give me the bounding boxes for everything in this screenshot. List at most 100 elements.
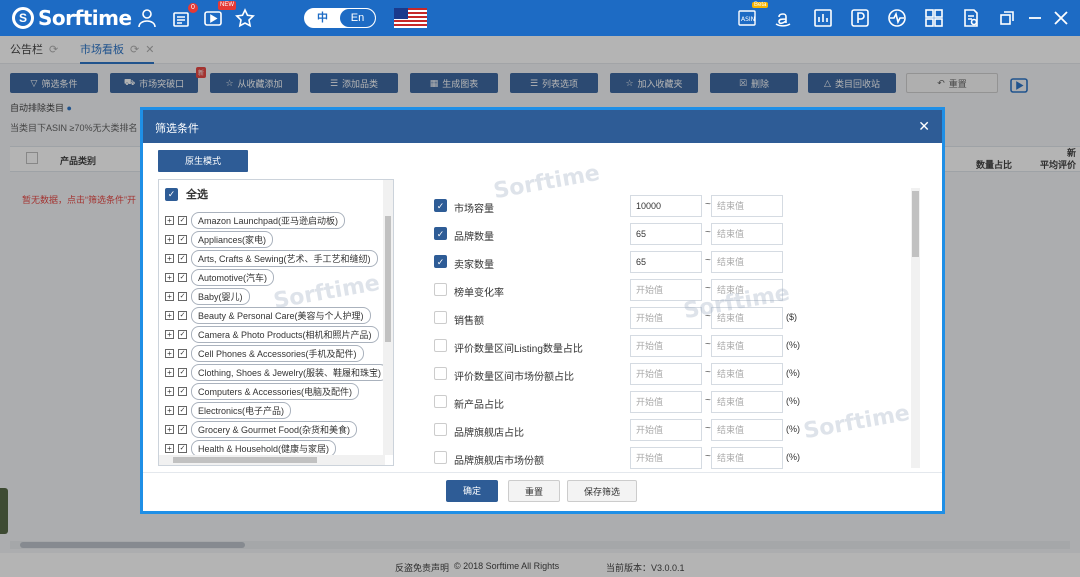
filter-checkbox[interactable]: ✓: [434, 255, 447, 268]
expand-icon[interactable]: +: [165, 310, 174, 320]
end-value-input[interactable]: 结束值: [711, 195, 783, 217]
expand-icon[interactable]: +: [165, 424, 174, 434]
category-item[interactable]: + ✓ Electronics(电子产品): [165, 401, 292, 419]
filter-checkbox[interactable]: ✓: [434, 227, 447, 240]
minimize-icon[interactable]: [1024, 7, 1046, 29]
user-icon[interactable]: [136, 7, 158, 29]
end-value-input[interactable]: 结束值: [711, 307, 783, 329]
start-value-input[interactable]: 开始值: [630, 419, 702, 441]
filter-checkbox[interactable]: [434, 423, 447, 436]
category-item[interactable]: + ✓ Clothing, Shoes & Jewelry(服装、鞋履和珠宝): [165, 363, 389, 381]
tree-horizontal-scrollbar[interactable]: [159, 455, 385, 465]
asin-icon[interactable]: ASIN: [736, 7, 758, 29]
close-icon[interactable]: ✕: [918, 118, 930, 135]
expand-icon[interactable]: +: [165, 367, 174, 377]
category-checkbox[interactable]: ✓: [178, 424, 187, 434]
expand-icon[interactable]: +: [165, 405, 174, 415]
expand-icon[interactable]: +: [165, 329, 174, 339]
category-item[interactable]: + ✓ Cell Phones & Accessories(手机及配件): [165, 344, 364, 362]
filter-checkbox[interactable]: [434, 311, 447, 324]
tree-vertical-scrollbar[interactable]: [383, 180, 393, 455]
start-value-input[interactable]: 10000: [630, 195, 702, 217]
category-item[interactable]: + ✓ Appliances(家电): [165, 230, 274, 248]
category-checkbox[interactable]: ✓: [178, 253, 187, 263]
category-checkbox[interactable]: ✓: [178, 291, 187, 301]
confirm-button[interactable]: 确定: [446, 480, 498, 502]
filters-vertical-scrollbar[interactable]: [911, 188, 920, 468]
video-icon[interactable]: NEW: [202, 1, 236, 29]
filter-checkbox[interactable]: ✓: [434, 199, 447, 212]
select-all-checkbox[interactable]: ✓: [165, 187, 178, 201]
start-value-input[interactable]: 开始值: [630, 307, 702, 329]
app-logo[interactable]: S Sorftime: [12, 6, 132, 30]
category-checkbox[interactable]: ✓: [178, 386, 187, 396]
category-item[interactable]: + ✓ Automotive(汽车): [165, 268, 275, 286]
expand-icon[interactable]: +: [165, 272, 174, 282]
star-icon[interactable]: [234, 7, 256, 29]
category-item[interactable]: + ✓ Camera & Photo Products(相机和照片产品): [165, 325, 379, 343]
start-value-input[interactable]: 开始值: [630, 335, 702, 357]
amazon-icon[interactable]: [772, 7, 794, 29]
expand-icon[interactable]: +: [165, 253, 174, 263]
close-window-icon[interactable]: [1050, 7, 1072, 29]
document-search-icon[interactable]: [960, 7, 982, 29]
grid-apps-icon[interactable]: [923, 7, 945, 29]
category-item[interactable]: + ✓ Beauty & Personal Care(美容与个人护理): [165, 306, 371, 324]
filter-checkbox[interactable]: [434, 283, 447, 296]
expand-icon[interactable]: +: [165, 443, 174, 453]
language-toggle[interactable]: 中 En: [304, 8, 376, 28]
reset-button[interactable]: 重置: [508, 480, 560, 502]
filter-checkbox[interactable]: [434, 367, 447, 380]
scroll-thumb[interactable]: [912, 191, 919, 257]
category-item[interactable]: + ✓ Amazon Launchpad(亚马逊启动板): [165, 211, 346, 229]
end-value-input[interactable]: 结束值: [711, 335, 783, 357]
us-flag-icon[interactable]: [394, 8, 427, 28]
category-checkbox[interactable]: ✓: [178, 234, 187, 244]
category-checkbox[interactable]: ✓: [178, 348, 187, 358]
pulse-icon[interactable]: [886, 7, 908, 29]
category-item[interactable]: + ✓ Grocery & Gourmet Food(杂货和美食): [165, 420, 358, 438]
category-checkbox[interactable]: ✓: [178, 272, 187, 282]
scroll-thumb[interactable]: [385, 216, 391, 342]
category-checkbox[interactable]: ✓: [178, 329, 187, 339]
end-value-input[interactable]: 结束值: [711, 223, 783, 245]
expand-icon[interactable]: +: [165, 386, 174, 396]
end-value-input[interactable]: 结束值: [711, 279, 783, 301]
filter-checkbox[interactable]: [434, 395, 447, 408]
end-value-input[interactable]: 结束值: [711, 251, 783, 273]
category-checkbox[interactable]: ✓: [178, 443, 187, 453]
start-value-input[interactable]: 65: [630, 251, 702, 273]
start-value-input[interactable]: 开始值: [630, 447, 702, 469]
category-checkbox[interactable]: ✓: [178, 367, 187, 377]
select-all-row[interactable]: ✓ 全选: [165, 186, 208, 202]
notification-icon[interactable]: 0: [170, 3, 198, 29]
expand-icon[interactable]: +: [165, 348, 174, 358]
chart-report-icon[interactable]: [812, 7, 834, 29]
expand-icon[interactable]: +: [165, 291, 174, 301]
category-checkbox[interactable]: ✓: [178, 215, 187, 225]
category-item[interactable]: + ✓ Health & Household(健康与家居): [165, 439, 337, 457]
start-value-input[interactable]: 开始值: [630, 363, 702, 385]
scroll-thumb[interactable]: [173, 457, 317, 463]
end-value-input[interactable]: 结束值: [711, 447, 783, 469]
filter-checkbox[interactable]: [434, 451, 447, 464]
end-value-input[interactable]: 结束值: [711, 419, 783, 441]
parking-p-icon[interactable]: [849, 7, 871, 29]
restore-window-icon[interactable]: [996, 7, 1018, 29]
category-item[interactable]: + ✓ Arts, Crafts & Sewing(艺术、手工艺和缝纫): [165, 249, 378, 267]
end-value-input[interactable]: 结束值: [711, 391, 783, 413]
start-value-input[interactable]: 开始值: [630, 279, 702, 301]
start-value-input[interactable]: 开始值: [630, 391, 702, 413]
category-checkbox[interactable]: ✓: [178, 310, 187, 320]
start-value-input[interactable]: 65: [630, 223, 702, 245]
save-filter-button[interactable]: 保存筛选: [567, 480, 637, 502]
native-mode-button[interactable]: 原生模式: [158, 150, 248, 172]
filter-checkbox[interactable]: [434, 339, 447, 352]
category-item[interactable]: + ✓ Baby(婴儿): [165, 287, 250, 305]
category-checkbox[interactable]: ✓: [178, 405, 187, 415]
lang-zh-option[interactable]: 中: [305, 9, 340, 27]
expand-icon[interactable]: +: [165, 234, 174, 244]
lang-en-option[interactable]: En: [340, 9, 375, 27]
category-item[interactable]: + ✓ Computers & Accessories(电脑及配件): [165, 382, 360, 400]
end-value-input[interactable]: 结束值: [711, 363, 783, 385]
